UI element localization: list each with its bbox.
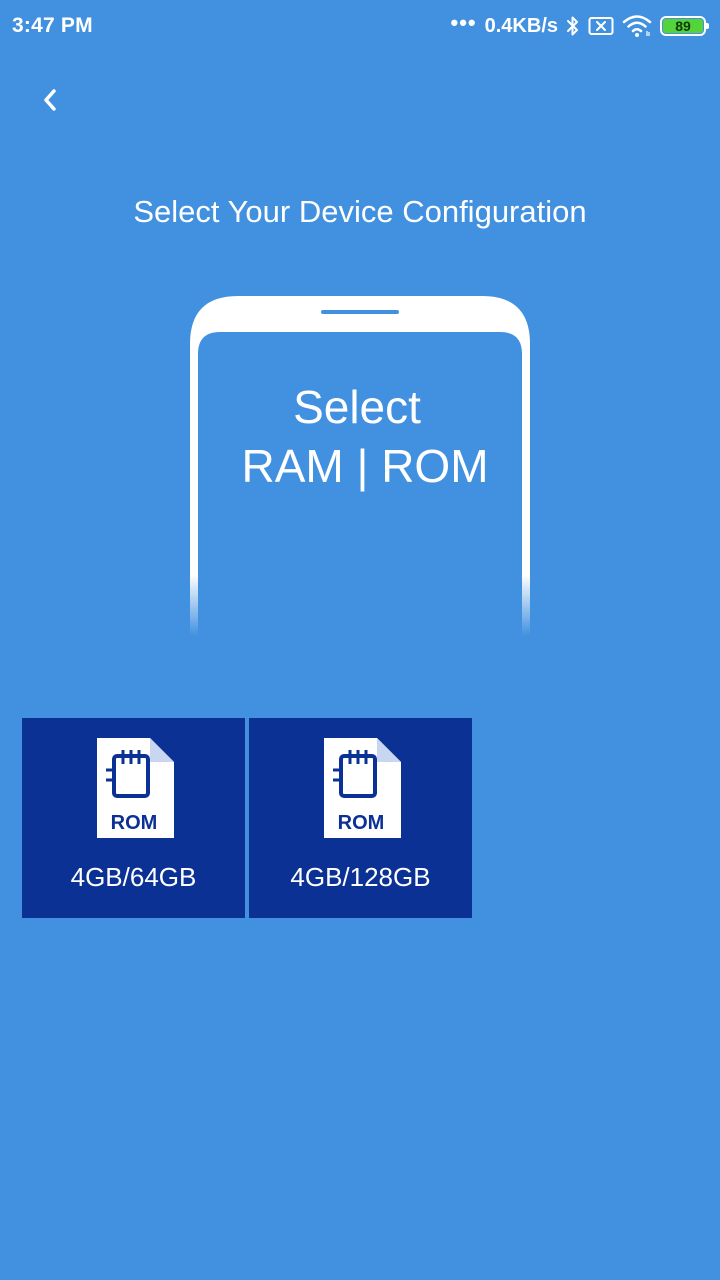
battery-level: 89 [663,18,703,34]
option-label: 4GB/128GB [290,862,431,892]
status-time: 3:47 PM [12,14,93,37]
option-4gb-128gb[interactable]: ROM 4GB/128GB [249,718,472,918]
sim-x-icon [588,16,614,36]
configuration-options: ROM 4GB/64GB ROM 4GB/128GB [22,718,472,918]
rom-file-icon: ROM [323,738,401,838]
illustration-line-ram-rom: RAM | ROM [241,440,489,492]
page-title: Select Your Device Configuration [133,194,587,229]
bluetooth-icon [566,14,580,38]
rom-icon-text: ROM [110,812,157,834]
option-4gb-64gb[interactable]: ROM 4GB/64GB [22,718,245,918]
rom-icon-text: ROM [337,812,384,834]
illustration-text: Select RAM | ROM [190,378,530,496]
status-bar: 3:47 PM ••• 0.4KB/s 89 [0,0,720,52]
battery-indicator: 89 [660,16,709,36]
wifi-icon [622,14,652,38]
more-dots-icon: ••• [450,10,477,35]
option-label: 4GB/64GB [70,862,197,892]
chevron-left-icon [44,89,56,111]
status-icons: ••• 0.4KB/s 89 [450,10,709,38]
phone-illustration: Select RAM | ROM [190,296,530,636]
back-button[interactable] [26,78,74,122]
illustration-line-select: Select [293,381,421,433]
rom-file-icon: ROM [96,738,174,838]
network-speed: 0.4KB/s [484,14,558,37]
battery-icon: 89 [660,16,709,36]
